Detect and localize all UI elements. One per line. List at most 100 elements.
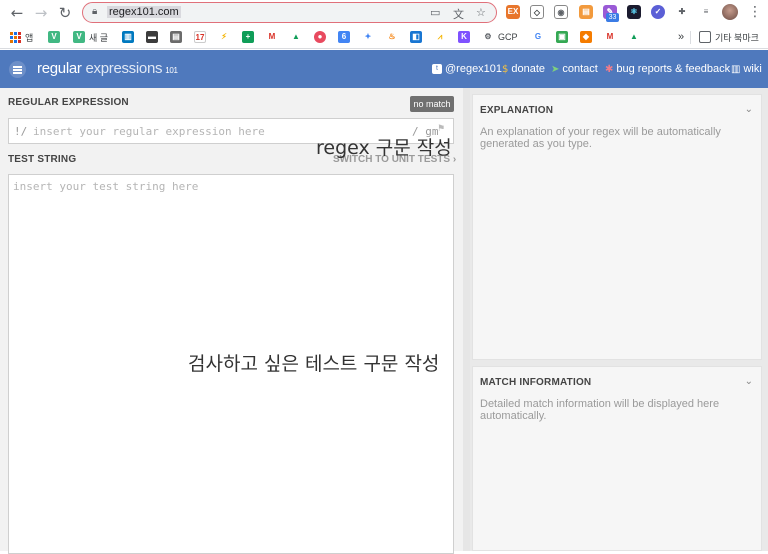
bookmarks-bar: 앱 V V 새 글 ▥ ▬ ▤ 17 ⚡︎ + M ▲ ● 6 ✦ ♨ ◧ ⩘ … bbox=[0, 25, 768, 49]
briefcase-icon: ▬ bbox=[146, 31, 158, 43]
extension-ex-icon[interactable]: EX bbox=[506, 5, 520, 19]
donate-link[interactable]: $ donate bbox=[502, 63, 545, 75]
extension-tag-icon[interactable]: ◇ bbox=[530, 5, 544, 19]
forward-arrow-icon[interactable]: → bbox=[32, 4, 50, 22]
bookmark-kotlin[interactable]: K bbox=[458, 30, 470, 44]
media-queue-icon[interactable]: ≡ bbox=[699, 5, 713, 19]
bookmark-sheets-plus[interactable]: + bbox=[242, 30, 254, 44]
bookmark-firebase[interactable]: ♨ bbox=[386, 30, 398, 44]
lock-icon: 🔒︎ bbox=[92, 6, 98, 17]
bookmark-mountains[interactable]: ⩘ bbox=[434, 30, 446, 44]
v-icon: V bbox=[48, 31, 60, 43]
url-text: regex101.com bbox=[107, 6, 181, 18]
cast-icon[interactable]: ▭ bbox=[430, 6, 440, 19]
reload-icon[interactable]: ↻ bbox=[56, 4, 74, 22]
calendar-icon: 17 bbox=[194, 31, 206, 43]
bookmark-drive[interactable]: ▲ bbox=[290, 30, 302, 44]
extension-grid-icon[interactable]: ▤ bbox=[579, 5, 593, 19]
v-icon: V bbox=[73, 31, 85, 43]
bookmark-google[interactable]: G bbox=[532, 30, 544, 44]
circle-icon: ● bbox=[314, 31, 326, 43]
bookmark-gcp[interactable]: ⚙ GCP bbox=[482, 30, 518, 44]
bookmark-pinwheel[interactable]: ✦ bbox=[362, 30, 374, 44]
gear-icon: ⚙ bbox=[482, 31, 494, 43]
bookmark-drive-2[interactable]: ▲ bbox=[628, 30, 640, 44]
drive-icon: ▲ bbox=[290, 31, 302, 43]
library-icon: ▥ bbox=[731, 63, 741, 75]
test-string-annotation: 검사하고 싶은 테스트 구문 작성 bbox=[188, 353, 440, 375]
address-bar[interactable]: 🔒︎ regex101.com ▭ 文 ☆ bbox=[82, 2, 497, 23]
plus-icon: + bbox=[242, 31, 254, 43]
flame-icon: ♨ bbox=[386, 31, 398, 43]
bookmark-page[interactable]: ▤ bbox=[170, 30, 182, 44]
bookmark-other[interactable]: 기타 북마크 bbox=[699, 30, 759, 44]
translate-icon[interactable]: 文 bbox=[453, 6, 464, 22]
regex-annotation: regex 구문 작성 bbox=[316, 137, 452, 159]
back-arrow-icon[interactable]: ← bbox=[8, 4, 26, 22]
extension-check-icon[interactable]: ✓ bbox=[651, 5, 665, 19]
app-header: regular expressions 101 t @regex101 $ don… bbox=[0, 50, 768, 88]
pinwheel-icon: ✦ bbox=[362, 31, 374, 43]
bookmark-gmail[interactable]: M bbox=[266, 30, 278, 44]
bookmark-overflow-chevron[interactable]: » bbox=[678, 30, 684, 44]
twitter-link[interactable]: t @regex101 bbox=[432, 63, 502, 75]
apps-grid-icon bbox=[10, 31, 21, 43]
six-icon: 6 bbox=[338, 31, 350, 43]
match-status-badge: no match bbox=[410, 96, 454, 112]
regex-section-title: REGULAR EXPRESSION bbox=[8, 97, 129, 108]
bookmark-pink[interactable]: ● bbox=[314, 30, 326, 44]
react-devtools-icon[interactable]: ⚛ bbox=[627, 5, 641, 19]
bookmark-v[interactable]: V bbox=[48, 30, 60, 44]
mountain-icon: ⩘ bbox=[434, 31, 446, 43]
bookmark-bolt[interactable]: ⚡︎ bbox=[218, 30, 230, 44]
test-string-section-title: TEST STRING bbox=[8, 154, 77, 165]
match-information-title: MATCH INFORMATION bbox=[480, 377, 592, 388]
bookmark-orange[interactable]: ◆ bbox=[580, 30, 592, 44]
trello-icon: ▥ bbox=[122, 31, 134, 43]
bookmark-new-post[interactable]: V 새 글 bbox=[73, 30, 108, 44]
browser-toolbar: ← → ↻ 🔒︎ regex101.com ▭ 文 ☆ EX ◇ ◉ ▤ ✎ 3… bbox=[0, 0, 768, 25]
bolt-icon: ⚡︎ bbox=[218, 31, 230, 43]
gmail-icon: M bbox=[266, 31, 278, 43]
regex101-logo[interactable]: regular expressions 101 bbox=[37, 60, 178, 77]
regex-delimiter-open[interactable]: !/ bbox=[14, 125, 27, 138]
dollar-icon: $ bbox=[502, 63, 509, 75]
bookmark-calendar[interactable]: 17 bbox=[194, 30, 206, 44]
star-icon[interactable]: ☆ bbox=[476, 6, 486, 19]
explanation-title: EXPLANATION bbox=[480, 105, 554, 116]
box-icon: ▣ bbox=[556, 31, 568, 43]
explanation-panel: EXPLANATION ⌄ An explanation of your reg… bbox=[472, 94, 762, 360]
bookmark-gmail-2[interactable]: M bbox=[604, 30, 616, 44]
camera-icon[interactable]: ◉ bbox=[554, 5, 568, 19]
square-icon: ◧ bbox=[410, 31, 422, 43]
chevron-down-icon[interactable]: ⌄ bbox=[745, 104, 753, 115]
match-information-panel: MATCH INFORMATION ⌄ Detailed match infor… bbox=[472, 366, 762, 551]
bookmark-trello[interactable]: ▥ bbox=[122, 30, 134, 44]
google-icon: G bbox=[532, 31, 544, 43]
twitter-icon: t bbox=[432, 64, 442, 74]
bookmark-green-box[interactable]: ▣ bbox=[556, 30, 568, 44]
drive-icon: ▲ bbox=[628, 31, 640, 43]
match-information-text: Detailed match information will be displ… bbox=[480, 398, 720, 422]
explanation-text: An explanation of your regex will be aut… bbox=[480, 126, 721, 150]
bug-icon: ✱ bbox=[605, 63, 614, 75]
page-icon: ▤ bbox=[170, 31, 182, 43]
pane-divider[interactable] bbox=[463, 88, 470, 551]
bookmark-apps[interactable]: 앱 bbox=[10, 30, 33, 44]
cube-icon: ◆ bbox=[580, 31, 592, 43]
gmail-icon: M bbox=[604, 31, 616, 43]
profile-avatar[interactable] bbox=[722, 4, 738, 20]
puzzle-icon[interactable]: ✚ bbox=[675, 5, 689, 19]
contact-link[interactable]: ➤ contact bbox=[551, 63, 598, 75]
chevron-down-icon[interactable]: ⌄ bbox=[745, 376, 753, 387]
bookmark-folder[interactable]: ▬ bbox=[146, 30, 158, 44]
kotlin-icon: K bbox=[458, 31, 470, 43]
hamburger-menu-icon[interactable] bbox=[9, 61, 26, 78]
bookmark-separator bbox=[690, 31, 691, 44]
wiki-link[interactable]: ▥ wiki bbox=[731, 63, 762, 75]
bookmark-blue[interactable]: ◧ bbox=[410, 30, 422, 44]
bookmark-six[interactable]: 6 bbox=[338, 30, 350, 44]
paper-plane-icon: ➤ bbox=[551, 63, 560, 75]
bug-report-link[interactable]: ✱ bug reports & feedback bbox=[605, 63, 730, 75]
menu-kebab-icon[interactable]: ⋮ bbox=[748, 4, 762, 20]
